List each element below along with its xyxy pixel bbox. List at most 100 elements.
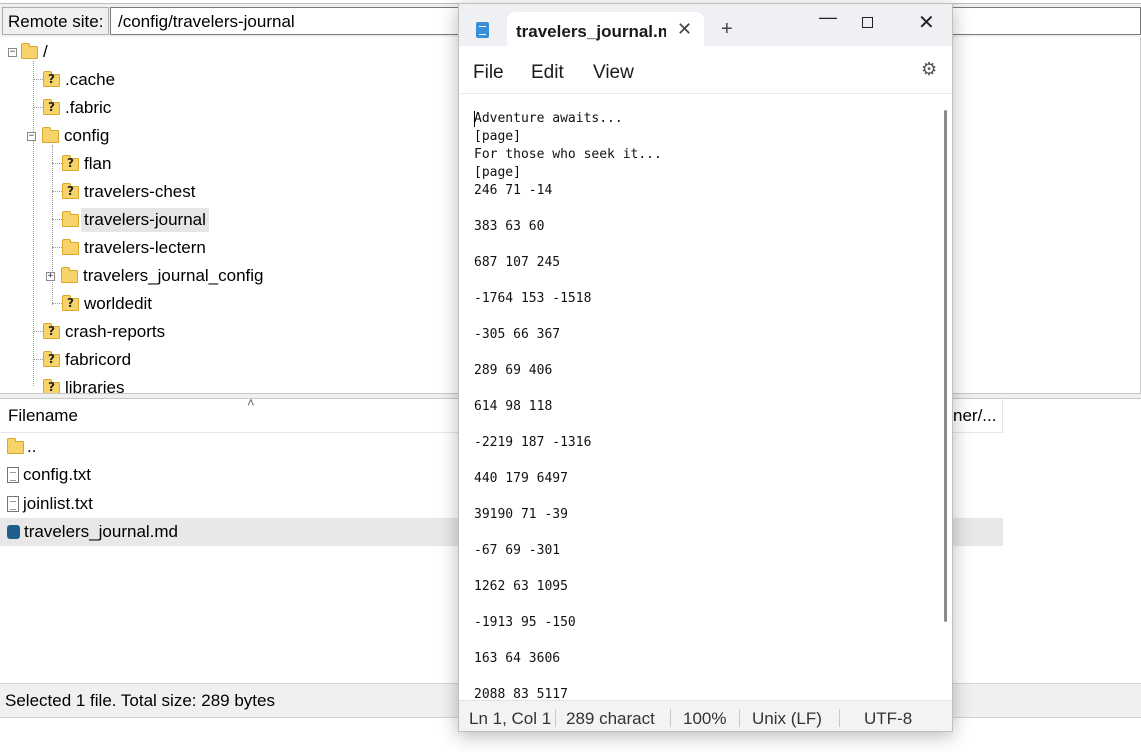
tree-item-flan[interactable]: flan (62, 150, 114, 178)
tree-item-label: / (43, 42, 48, 61)
notepad-text-area[interactable]: Adventure awaits... [page] For those who s… (459, 94, 952, 700)
tree-item-label: fabricord (65, 350, 132, 369)
tree-item-label: libraries (65, 378, 125, 393)
tree-item-worldedit[interactable]: worldedit (62, 290, 155, 318)
tree-guide-line (52, 247, 62, 248)
tree-item-travelers-journal-config[interactable]: + travelers_journal_config (46, 262, 267, 290)
text-line: -1764 153 -1518 (474, 291, 592, 306)
folder-icon (62, 210, 79, 227)
collapse-icon[interactable]: − (27, 131, 36, 141)
minimize-icon[interactable]: — (819, 7, 837, 28)
status-divider (839, 709, 840, 727)
text-line: 614 98 118 (474, 399, 553, 414)
tree-guide-line (52, 219, 62, 220)
status-divider (555, 709, 556, 727)
unknown-folder-icon (43, 70, 60, 87)
tree-guide-line (33, 359, 43, 360)
maximize-icon[interactable] (862, 17, 873, 28)
tree-item-fabric[interactable]: .fabric (43, 94, 114, 122)
new-tab-icon[interactable]: + (721, 18, 733, 41)
text-file-icon (7, 467, 19, 483)
tree-guide-line (52, 303, 62, 304)
tree-item-label: .fabric (65, 98, 112, 117)
tree-item-fabricord[interactable]: fabricord (43, 346, 134, 374)
vertical-scrollbar[interactable] (944, 110, 947, 622)
text-line: [page] (474, 129, 521, 144)
column-header-owner-group[interactable]: ner/... (953, 406, 996, 426)
tree-item-label: travelers_journal_config (83, 266, 264, 285)
text-line: For those who seek it... (474, 147, 662, 162)
text-line: 383 63 60 (474, 219, 545, 234)
status-divider (739, 709, 740, 727)
unknown-folder-icon (43, 350, 60, 367)
tree-item-label: travelers-chest (84, 182, 196, 201)
notepad-tab-travelers-journal[interactable]: travelers_journal.md ✕ (507, 12, 704, 46)
unknown-folder-icon (43, 378, 60, 393)
tab-title: travelers_journal.md (516, 22, 666, 41)
tree-guide-line (52, 163, 62, 164)
menu-view[interactable]: View (593, 62, 634, 84)
unknown-folder-icon (43, 322, 60, 339)
text-caret (474, 111, 475, 127)
tree-item-label: travelers-lectern (84, 238, 206, 257)
tree-guide-line (33, 79, 43, 80)
notepad-menu-bar: File Edit View ⚙ (459, 46, 952, 94)
notepad-window[interactable]: travelers_journal.md ✕ + — ✕ File Edit V… (458, 3, 953, 732)
text-line: 2088 83 5117 (474, 687, 568, 700)
markdown-file-icon (7, 525, 20, 539)
tree-guide-line (52, 191, 62, 192)
text-line: 246 71 -14 (474, 183, 553, 198)
encoding[interactable]: UTF-8 (864, 709, 912, 729)
folder-icon (42, 126, 59, 143)
tree-item-root[interactable]: − / (8, 38, 51, 66)
text-file-icon (7, 496, 19, 512)
character-count: 289 charact (566, 709, 655, 728)
text-line: 163 64 3606 (474, 651, 561, 666)
text-line: 1262 63 1095 (474, 579, 568, 594)
tree-item-label: crash-reports (65, 322, 166, 341)
tree-item-travelers-journal[interactable]: travelers-journal (62, 206, 209, 234)
sort-ascending-icon: ˄ (247, 395, 255, 410)
notepad-status-bar: Ln 1, Col 1 289 charact 100% Unix (LF) U… (459, 700, 952, 731)
column-divider[interactable] (1002, 399, 1003, 433)
tree-item-crash-reports[interactable]: crash-reports (43, 318, 168, 346)
tree-item-libraries[interactable]: libraries (43, 374, 128, 393)
tree-item-label: flan (84, 154, 112, 173)
text-line: 440 179 6497 (474, 471, 568, 486)
close-window-icon[interactable]: ✕ (918, 10, 935, 35)
tree-item-label: travelers-journal (81, 208, 209, 232)
cursor-position: Ln 1, Col 1 (469, 709, 552, 728)
text-line: -2219 187 -1316 (474, 435, 592, 450)
file-name: travelers_journal.md (24, 522, 179, 541)
tree-item-travelers-lectern[interactable]: travelers-lectern (62, 234, 209, 262)
unknown-folder-icon (43, 98, 60, 115)
tree-item-cache[interactable]: .cache (43, 66, 118, 94)
line-ending[interactable]: Unix (LF) (752, 709, 822, 729)
text-line: -305 66 367 (474, 327, 561, 342)
column-header-filename[interactable]: Filename (8, 406, 78, 426)
unknown-folder-icon (62, 182, 79, 199)
settings-gear-icon[interactable]: ⚙ (921, 59, 937, 80)
expand-icon[interactable]: + (46, 271, 55, 281)
text-line: 687 107 245 (474, 255, 561, 270)
tree-item-travelers-chest[interactable]: travelers-chest (62, 178, 198, 206)
menu-file[interactable]: File (473, 62, 504, 84)
collapse-icon[interactable]: − (8, 47, 17, 57)
notepad-title-bar[interactable]: travelers_journal.md ✕ + — ✕ (459, 4, 952, 46)
unknown-folder-icon (62, 154, 79, 171)
folder-icon (7, 437, 24, 454)
file-name: .. (27, 437, 37, 456)
zoom-level[interactable]: 100% (683, 709, 726, 729)
text-line: 39190 71 -39 (474, 507, 568, 522)
status-divider (670, 709, 671, 727)
tree-item-label: config (64, 126, 110, 145)
tree-item-config[interactable]: − config (27, 122, 112, 150)
selection-status-text: Selected 1 file. Total size: 289 bytes (5, 691, 275, 710)
folder-icon (62, 238, 79, 255)
notepad-app-icon (476, 22, 489, 38)
text-line: Adventure awaits... (474, 111, 623, 126)
close-tab-icon[interactable]: ✕ (677, 19, 692, 40)
file-name: config.txt (23, 465, 92, 484)
tree-guide-line (33, 61, 34, 386)
menu-edit[interactable]: Edit (531, 62, 564, 84)
